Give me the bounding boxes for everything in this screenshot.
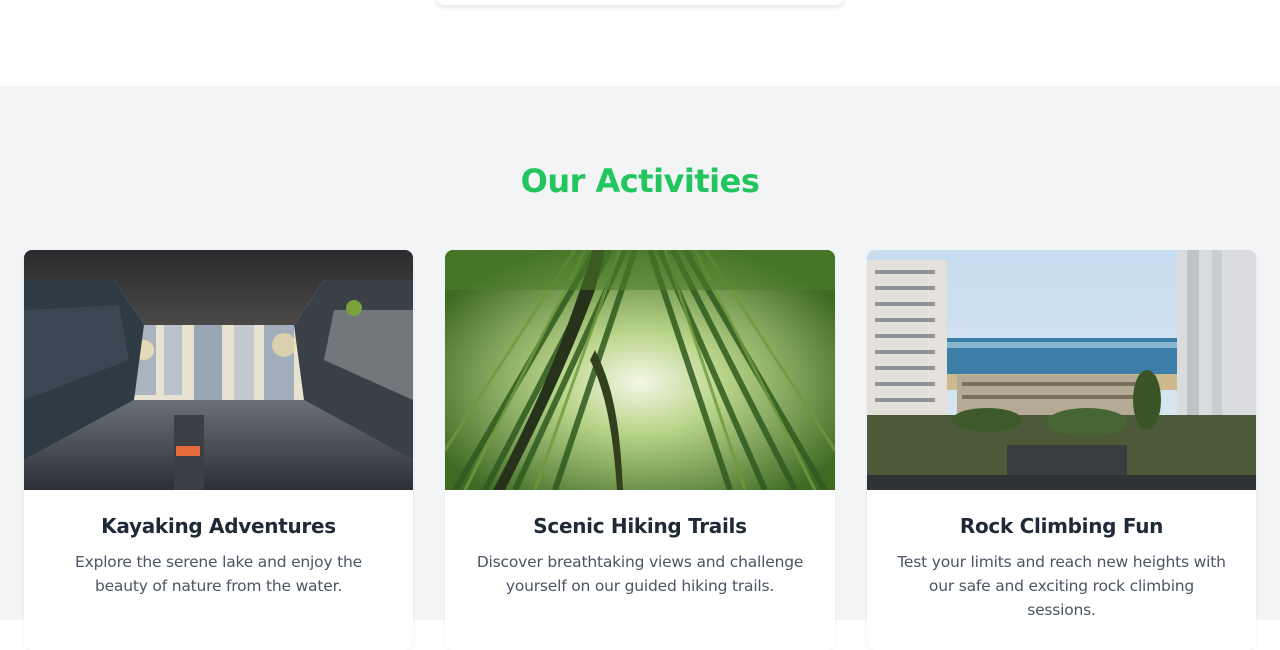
activity-description: Test your limits and reach new heights w… [897, 553, 1226, 619]
activity-card-hiking[interactable]: Scenic Hiking Trails Discover breathtaki… [445, 250, 835, 650]
activity-title: Rock Climbing Fun [959, 514, 1164, 538]
previous-section [0, 0, 1280, 86]
section-title: Our Activities [520, 162, 760, 200]
activity-card-climbing[interactable]: Rock Climbing Fun Test your limits and r… [867, 250, 1256, 650]
activity-image-climbing [867, 250, 1256, 490]
activity-image-kayaking [24, 250, 413, 490]
activity-title: Kayaking Adventures [101, 514, 336, 538]
activity-title: Scenic Hiking Trails [533, 514, 747, 538]
activity-card-kayaking[interactable]: Kayaking Adventures Explore the serene l… [24, 250, 413, 650]
activity-image-hiking [445, 250, 835, 490]
activity-description: Discover breathtaking views and challeng… [476, 553, 804, 595]
previous-section-card [436, 0, 844, 5]
activities-section: Our Activities Kayaking Adventures Explo… [0, 86, 1280, 650]
activity-description: Explore the serene lake and enjoy the be… [75, 553, 362, 595]
